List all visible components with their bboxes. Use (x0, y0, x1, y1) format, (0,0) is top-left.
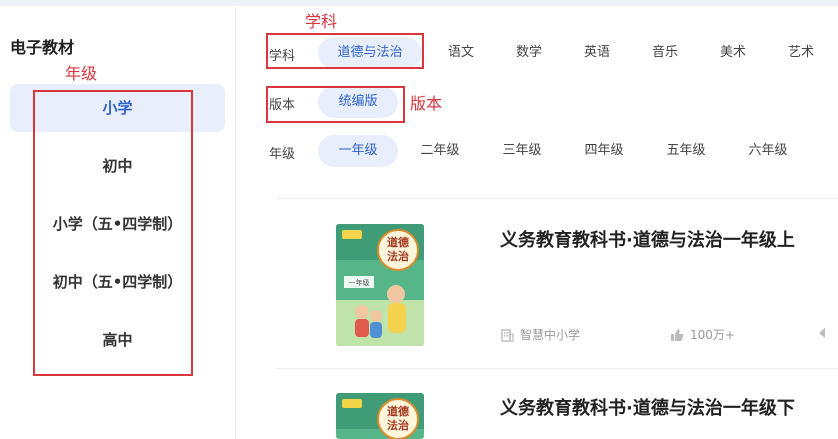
sidebar-title: 电子教材 (10, 38, 75, 57)
book-title-2[interactable]: 义务教育教科书·道德与法治一年级下 (500, 394, 795, 420)
svg-text:法治: 法治 (387, 249, 409, 263)
subject-chip-arts[interactable]: 艺术 (776, 37, 826, 69)
subject-chip-english[interactable]: 英语 (572, 37, 622, 69)
subject-chip-music[interactable]: 音乐 (640, 37, 690, 69)
thumbs-up-icon (671, 328, 684, 341)
likes-count: 100万+ (690, 328, 735, 342)
grade-chip-2[interactable]: 二年级 (408, 135, 472, 167)
svg-text:法治: 法治 (387, 418, 409, 432)
grade-chip-1[interactable]: 一年级 (318, 135, 398, 167)
book-publisher-1: 智慧中小学 (500, 326, 580, 343)
share-icon[interactable] (816, 326, 830, 340)
grade-row-label: 年级 (269, 147, 296, 162)
svg-text:道德: 道德 (387, 235, 409, 249)
list-divider-top (276, 198, 838, 199)
share-icon-1[interactable] (816, 326, 830, 340)
annotation-subject-label: 学科 (305, 12, 338, 31)
book-cover-2[interactable]: 道德 法治 (336, 393, 424, 439)
subject-chip-math[interactable]: 数学 (504, 37, 554, 69)
grade-chip-5[interactable]: 五年级 (654, 135, 718, 167)
list-divider-mid (276, 368, 838, 369)
annotation-grade-box (33, 90, 193, 376)
grade-chip-6[interactable]: 六年级 (736, 135, 800, 167)
annotation-edition-box (266, 86, 405, 123)
annotation-grade-label: 年级 (65, 64, 98, 83)
grade-chip-4[interactable]: 四年级 (572, 135, 636, 167)
subject-chip-chinese[interactable]: 语文 (436, 37, 486, 69)
annotation-edition-label: 版本 (410, 94, 443, 113)
svg-text:一年级: 一年级 (349, 278, 370, 287)
publisher-name: 智慧中小学 (520, 328, 581, 342)
subject-chip-art[interactable]: 美术 (708, 37, 758, 69)
building-icon (501, 328, 514, 342)
svg-text:道德: 道德 (387, 404, 409, 418)
book-cover-1[interactable]: 道德 法治 一年级 (336, 224, 424, 346)
annotation-subject-box (266, 33, 424, 69)
book-likes-1: 100万+ (670, 326, 735, 343)
book-title-1[interactable]: 义务教育教科书·道德与法治一年级上 (500, 226, 795, 252)
grade-chip-3[interactable]: 三年级 (490, 135, 554, 167)
